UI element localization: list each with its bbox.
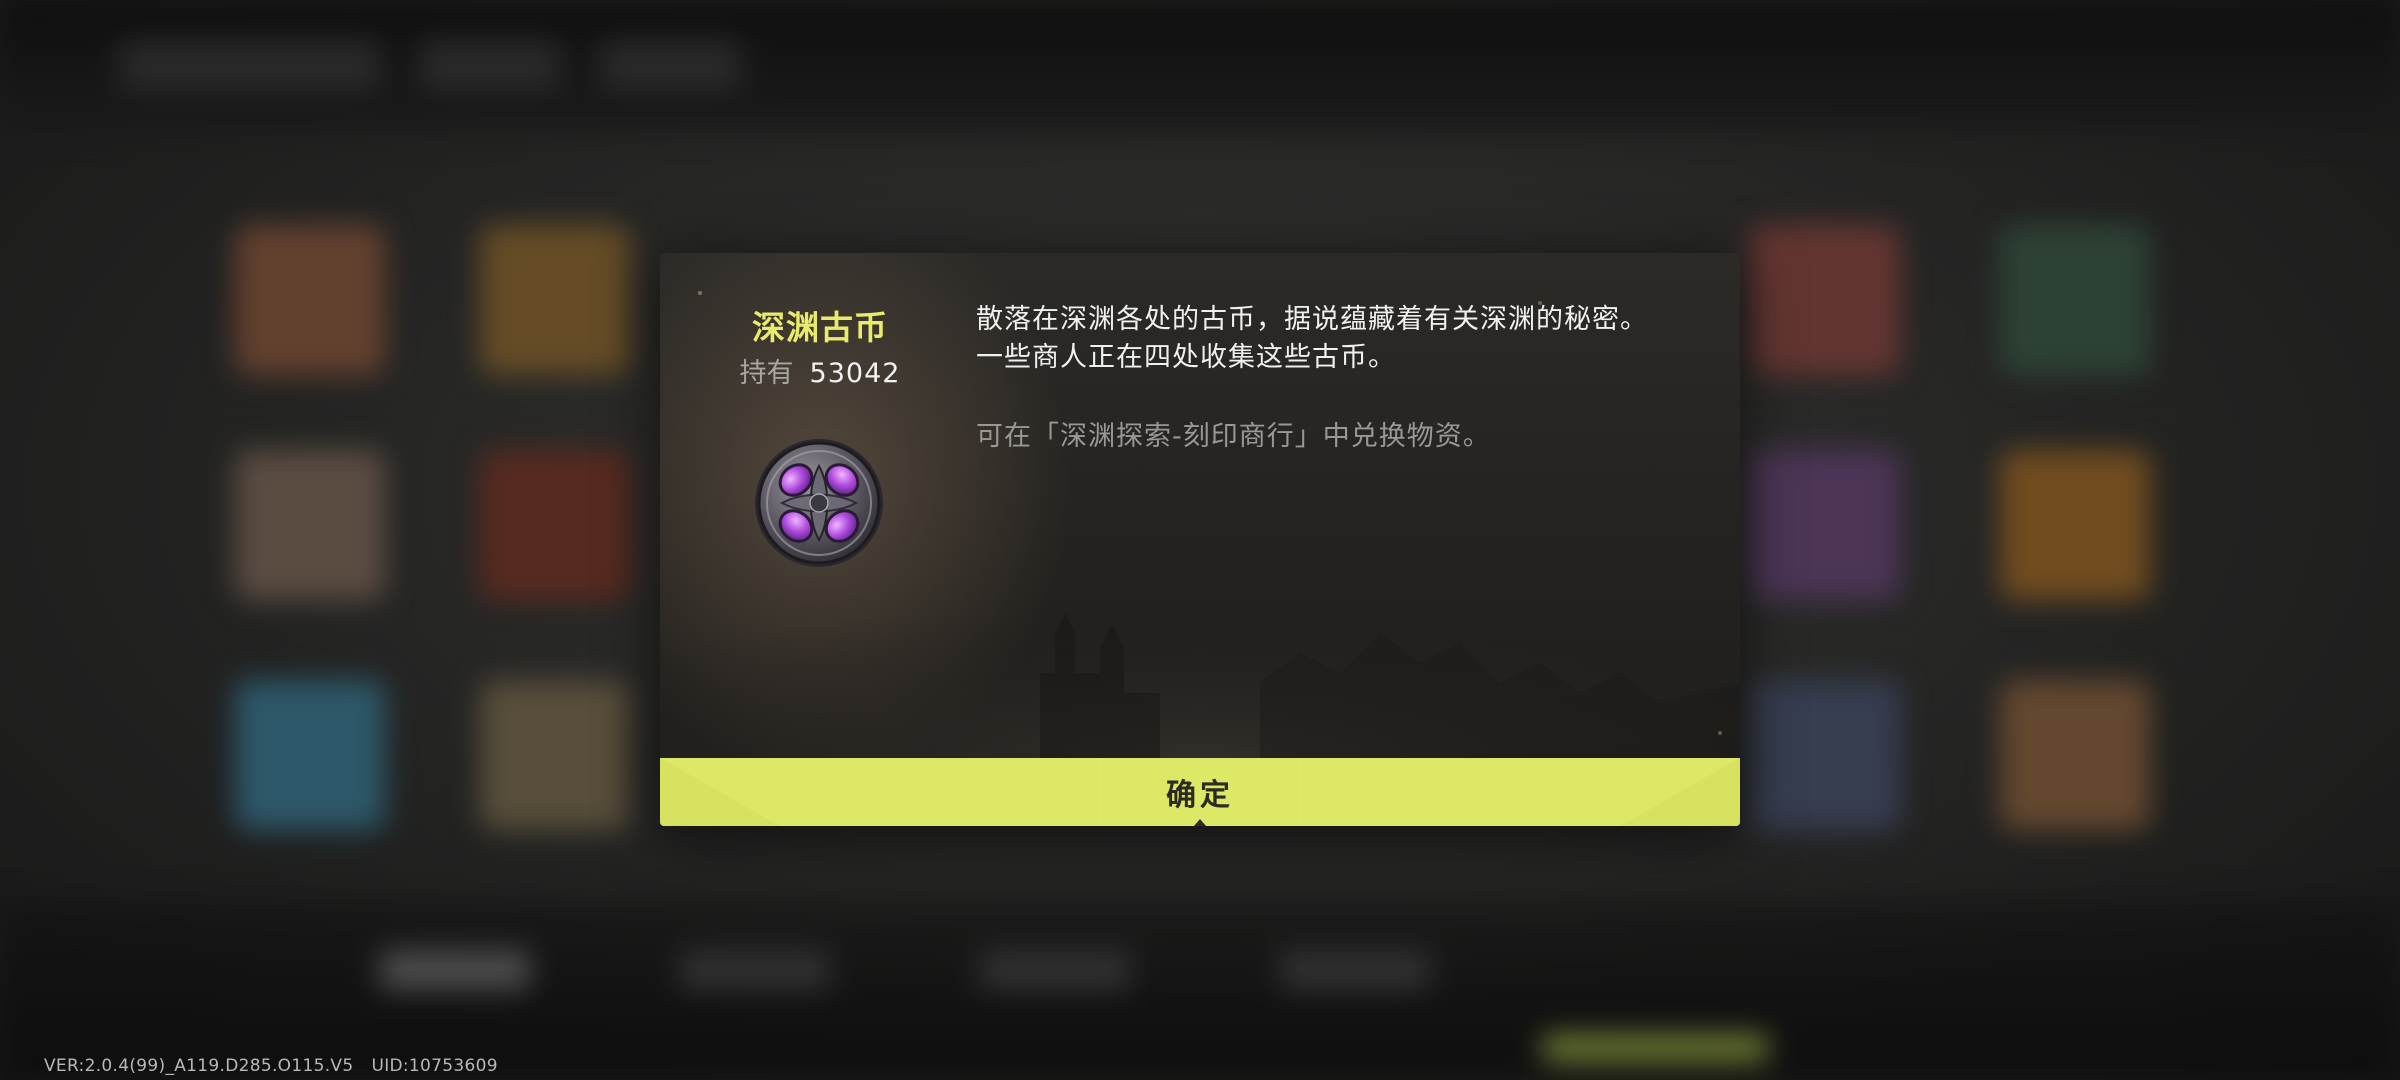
description-line: 散落在深渊各处的古币，据说蕴藏着有关深渊的秘密。 — [976, 304, 1648, 335]
hold-count: 53042 — [809, 358, 901, 389]
confirm-button[interactable]: 确定 — [660, 758, 1740, 826]
item-description: 散落在深渊各处的古币，据说蕴藏着有关深渊的秘密。 一些商人正在四处收集这些古币。 — [976, 301, 1696, 377]
button-notch — [1194, 819, 1206, 826]
version-info: VER:2.0.4(99)_A119.D285.O115.V5 UID:10753… — [44, 1056, 498, 1076]
game-screen: 深渊古币 持有 53042 散落在深渊各处的古币，据说蕴藏着有关深渊的秘密。 一… — [0, 0, 2400, 1080]
abyss-coin-icon — [755, 439, 883, 567]
uid-text: UID:10753609 — [371, 1056, 498, 1076]
item-detail-dialog: 深渊古币 持有 53042 散落在深渊各处的古币，据说蕴藏着有关深渊的秘密。 一… — [660, 253, 1740, 826]
hold-label: 持有 — [739, 358, 794, 389]
version-text: VER:2.0.4(99)_A119.D285.O115.V5 — [44, 1056, 354, 1076]
dialog-body: 深渊古币 持有 53042 散落在深渊各处的古币，据说蕴藏着有关深渊的秘密。 一… — [660, 253, 1740, 758]
item-name: 深渊古币 — [752, 308, 888, 347]
hold-count-row: 持有 53042 — [660, 351, 980, 390]
exchange-note: 可在「深渊探索-刻印商行」中兑换物资。 — [976, 421, 1491, 452]
confirm-button-label: 确定 — [1166, 778, 1234, 813]
description-line: 一些商人正在四处收集这些古币。 — [976, 342, 1396, 373]
